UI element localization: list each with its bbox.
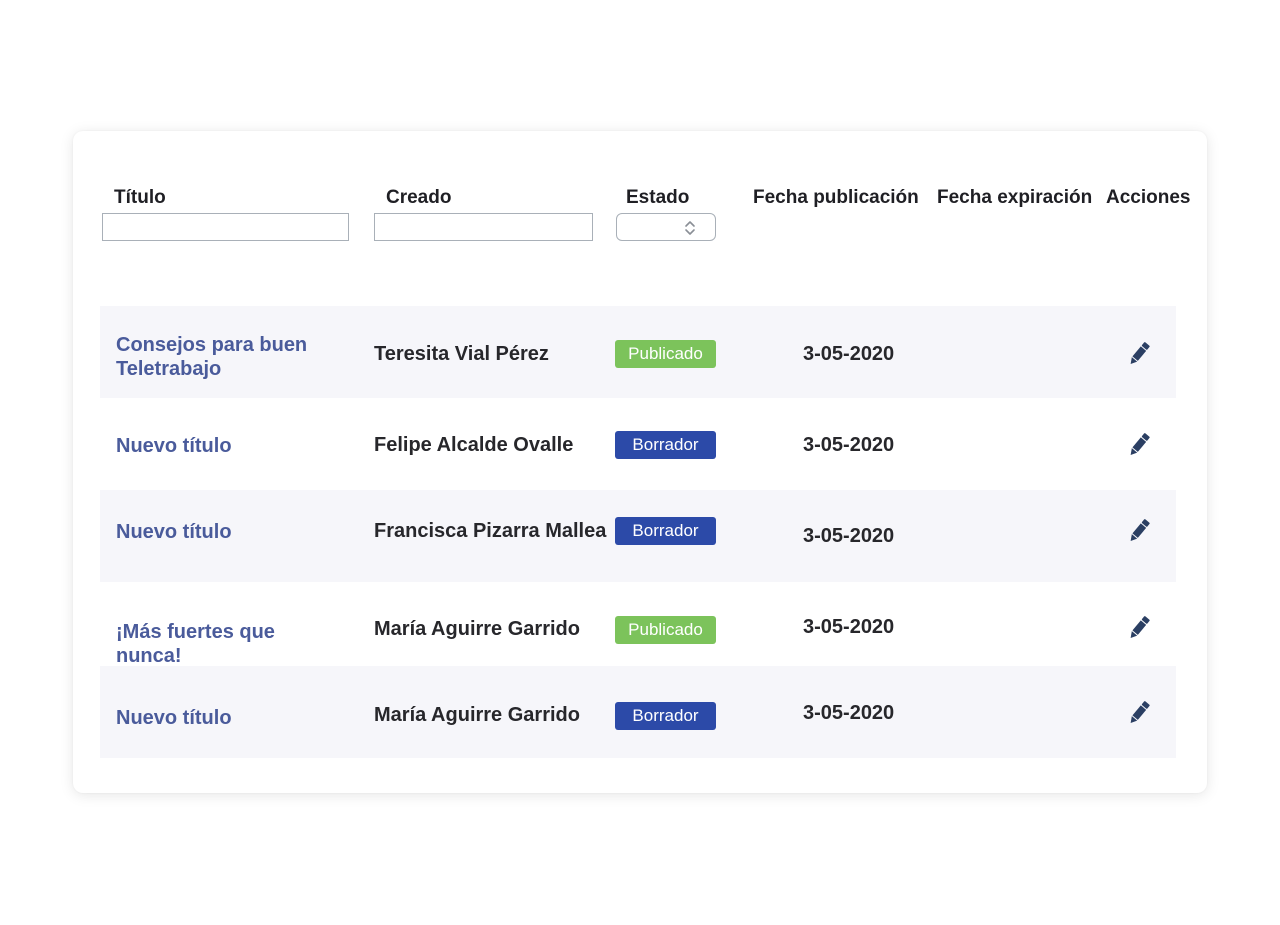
row-title-link[interactable]: Nuevo título	[116, 434, 346, 458]
row-author: Felipe Alcalde Ovalle	[374, 434, 574, 456]
status-badge: Publicado	[615, 616, 716, 644]
row-pub-date: 3-05-2020	[803, 525, 895, 547]
row-pub-date: 3-05-2020	[803, 343, 895, 365]
edit-pencil-icon[interactable]	[1127, 614, 1151, 642]
column-header-pub-date[interactable]: Fecha publicación	[753, 187, 919, 209]
edit-pencil-icon[interactable]	[1127, 699, 1151, 727]
edit-pencil-icon[interactable]	[1127, 340, 1151, 368]
row-author: Francisca Pizarra Mallea	[374, 520, 607, 542]
sort-chevrons-icon	[685, 221, 695, 235]
created-filter-input[interactable]	[374, 213, 593, 241]
status-badge: Borrador	[615, 431, 716, 459]
row-author: María Aguirre Garrido	[374, 704, 580, 726]
status-badge: Publicado	[615, 340, 716, 368]
edit-pencil-icon[interactable]	[1127, 517, 1151, 545]
status-filter-select[interactable]	[616, 213, 716, 241]
row-title-link[interactable]: ¡Más fuertes que nunca!	[116, 620, 346, 668]
row-title-link[interactable]: Consejos para buen Teletrabajo	[116, 333, 346, 381]
column-header-created[interactable]: Creado	[386, 187, 451, 209]
row-author: María Aguirre Garrido	[374, 618, 580, 640]
row-pub-date: 3-05-2020	[803, 702, 895, 724]
status-badge: Borrador	[615, 702, 716, 730]
column-header-exp-date[interactable]: Fecha expiración	[937, 187, 1092, 209]
row-pub-date: 3-05-2020	[803, 616, 895, 638]
row-title-link[interactable]: Nuevo título	[116, 706, 346, 730]
row-author: Teresita Vial Pérez	[374, 343, 549, 365]
row-title-link[interactable]: Nuevo título	[116, 520, 346, 544]
column-header-title[interactable]: Título	[114, 187, 166, 209]
title-filter-input[interactable]	[102, 213, 349, 241]
edit-pencil-icon[interactable]	[1127, 431, 1151, 459]
status-badge: Borrador	[615, 517, 716, 545]
column-header-actions: Acciones	[1106, 187, 1191, 208]
column-header-status[interactable]: Estado	[626, 187, 689, 209]
row-pub-date: 3-05-2020	[803, 434, 895, 456]
